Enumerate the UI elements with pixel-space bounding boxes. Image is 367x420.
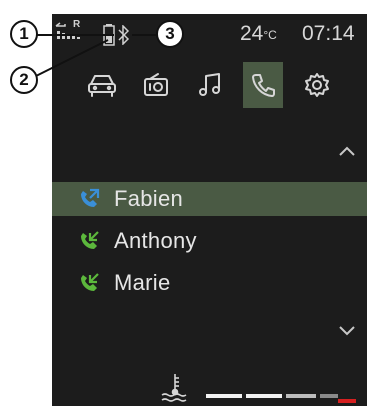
- scroll-up-button[interactable]: [338, 144, 356, 156]
- temperature-value: 24: [240, 22, 264, 45]
- gauge-segment: [206, 394, 242, 398]
- music-note-icon: [199, 73, 220, 96]
- contact-name: Marie: [114, 270, 171, 295]
- gauge-segment: [286, 394, 316, 398]
- call-log-item[interactable]: Marie: [52, 266, 367, 300]
- contact-name: Anthony: [114, 228, 197, 253]
- main-tab-bar: [0, 62, 367, 114]
- phone-icon: [252, 74, 275, 97]
- contact-name: Fabien: [114, 186, 184, 211]
- coolant-temperature-icon: [161, 374, 187, 402]
- tab-radio[interactable]: [136, 62, 176, 108]
- chevron-down-icon: [339, 326, 355, 336]
- call-log-item[interactable]: Anthony: [52, 224, 367, 258]
- scroll-down-button[interactable]: [338, 324, 356, 336]
- radio-icon: [144, 73, 168, 96]
- incoming-call-icon: [78, 272, 102, 294]
- temperature-unit: °C: [263, 28, 277, 42]
- call-log-item[interactable]: Fabien: [52, 182, 367, 216]
- gauge-segment-hot: [338, 399, 356, 403]
- bluetooth-icon: [118, 25, 130, 45]
- callout-3: 3: [156, 20, 184, 48]
- clock: 07:14: [302, 22, 355, 45]
- tab-phone[interactable]: [243, 62, 283, 108]
- gauge-segment: [246, 394, 282, 398]
- tab-media[interactable]: [190, 62, 230, 108]
- chevron-up-icon: [339, 146, 355, 156]
- incoming-call-icon: [78, 230, 102, 252]
- tab-settings[interactable]: [297, 62, 337, 108]
- gauge-segment: [320, 394, 338, 398]
- roaming-indicator: R: [73, 19, 81, 30]
- callout-3-leader: [132, 34, 156, 36]
- car-icon: [88, 75, 116, 97]
- gear-icon: [305, 73, 329, 97]
- outside-temperature: 24°C: [240, 22, 279, 46]
- missed-call-icon: [78, 188, 102, 210]
- tab-vehicle[interactable]: [82, 62, 122, 108]
